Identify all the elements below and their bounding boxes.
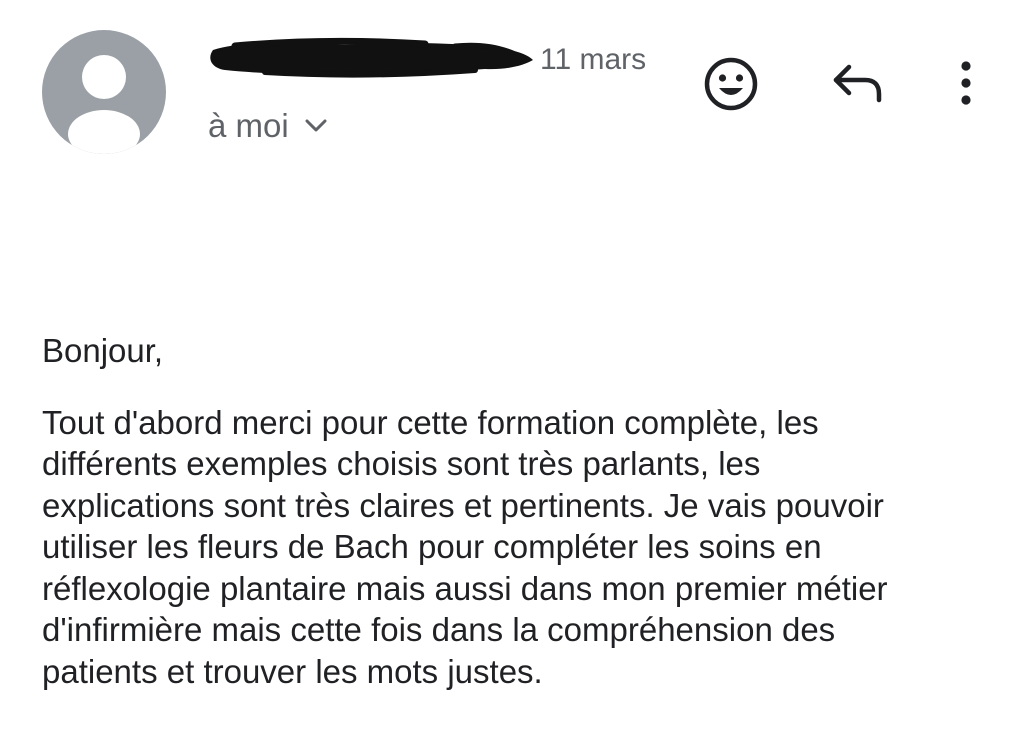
chevron-down-icon bbox=[305, 119, 327, 132]
add-reaction-button[interactable] bbox=[703, 56, 759, 112]
message-date: 11 mars bbox=[540, 43, 647, 76]
sender-avatar[interactable] bbox=[42, 30, 166, 154]
reply-button[interactable] bbox=[831, 60, 885, 106]
message-body: Bonjour, Tout d'abord merci pour cette f… bbox=[42, 330, 1002, 692]
reply-arrow-icon bbox=[833, 64, 882, 103]
sender-name-redacted bbox=[205, 36, 535, 78]
message-greeting: Bonjour, bbox=[42, 332, 164, 369]
message-paragraph: Tout d'abord merci pour cette formation … bbox=[42, 403, 888, 690]
more-vertical-icon bbox=[961, 61, 971, 105]
more-options-button[interactable] bbox=[951, 60, 981, 106]
smiley-face-icon bbox=[704, 57, 758, 111]
recipient-label: à moi bbox=[208, 107, 289, 144]
person-silhouette-icon bbox=[68, 55, 140, 154]
recipient-details-toggle[interactable]: à moi bbox=[208, 104, 327, 148]
